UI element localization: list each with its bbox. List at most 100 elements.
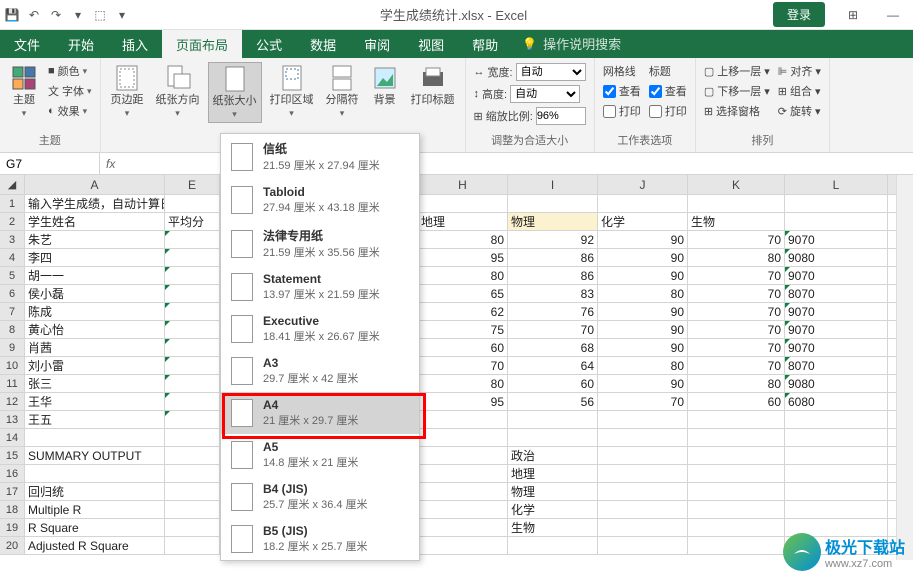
cell[interactable] (165, 195, 220, 212)
cell[interactable]: 李四 (25, 249, 165, 266)
cell[interactable]: Adjusted R Square (25, 537, 165, 554)
cell[interactable]: 70 (688, 357, 785, 374)
cell[interactable]: 80 (418, 267, 508, 284)
paper-size-option[interactable]: Statement13.97 厘米 x 21.59 厘米 (221, 266, 419, 308)
cell[interactable] (785, 483, 888, 500)
height-select[interactable]: 自动 (510, 85, 580, 103)
cell[interactable] (598, 195, 688, 212)
cell[interactable] (688, 447, 785, 464)
cell[interactable]: 张三 (25, 375, 165, 392)
cell[interactable]: 8070 (785, 285, 888, 302)
row-header[interactable]: 16 (0, 465, 25, 482)
cell[interactable] (165, 357, 220, 374)
row-header[interactable]: 1 (0, 195, 25, 212)
cell[interactable]: 化学 (508, 501, 598, 518)
cell[interactable]: 地理 (508, 465, 598, 482)
cell[interactable] (785, 501, 888, 518)
cell[interactable]: 70 (688, 285, 785, 302)
row-header[interactable]: 4 (0, 249, 25, 266)
cell[interactable]: 学生姓名 (25, 213, 165, 230)
cell[interactable] (598, 429, 688, 446)
colors-button[interactable]: ■颜色▾ (46, 62, 94, 80)
touch-mode-icon[interactable]: ⬚ (92, 7, 108, 23)
width-select[interactable]: 自动 (516, 63, 586, 81)
align-button[interactable]: ⊫对齐 ▾ (776, 62, 823, 80)
group-button[interactable]: ⊞组合 ▾ (776, 82, 823, 100)
cell[interactable]: 92 (508, 231, 598, 248)
cell[interactable] (688, 519, 785, 536)
orientation-button[interactable]: 纸张方向▾ (152, 62, 204, 121)
row-header[interactable]: 14 (0, 429, 25, 446)
cell[interactable]: 70 (688, 267, 785, 284)
row-header[interactable]: 10 (0, 357, 25, 374)
row-header[interactable]: 2 (0, 213, 25, 230)
paper-size-option[interactable]: Executive18.41 厘米 x 26.67 厘米 (221, 308, 419, 350)
cell[interactable]: 95 (418, 249, 508, 266)
row-header[interactable]: 9 (0, 339, 25, 356)
cell[interactable]: 生物 (688, 213, 785, 230)
cell[interactable] (165, 483, 220, 500)
fonts-button[interactable]: 文字体▾ (46, 82, 94, 100)
undo-icon[interactable]: ↶ (26, 7, 42, 23)
col-header-E[interactable]: E (165, 175, 220, 194)
col-header-I[interactable]: I (508, 175, 598, 194)
cell[interactable]: 70 (688, 303, 785, 320)
vertical-scrollbar[interactable] (896, 175, 913, 560)
cell[interactable]: 62 (418, 303, 508, 320)
cell[interactable]: 地理 (418, 213, 508, 230)
cell[interactable] (688, 411, 785, 428)
send-backward-button[interactable]: ▢下移一层 ▾ (702, 82, 772, 100)
cell[interactable]: 80 (688, 375, 785, 392)
row-header[interactable]: 3 (0, 231, 25, 248)
cell[interactable] (598, 465, 688, 482)
cell[interactable] (165, 393, 220, 410)
paper-size-option[interactable]: A329.7 厘米 x 42 厘米 (221, 350, 419, 392)
cell[interactable] (508, 429, 598, 446)
row-header[interactable]: 12 (0, 393, 25, 410)
row-header[interactable]: 13 (0, 411, 25, 428)
cell[interactable]: 胡一一 (25, 267, 165, 284)
cell[interactable]: 输入学生成绩，自动计算日期：X (25, 195, 165, 212)
cell[interactable]: 9080 (785, 375, 888, 392)
cell[interactable]: 70 (688, 321, 785, 338)
paper-size-option[interactable]: B4 (JIS)25.7 厘米 x 36.4 厘米 (221, 476, 419, 518)
cell[interactable]: 平均分 (165, 213, 220, 230)
cell[interactable] (785, 465, 888, 482)
cell[interactable]: 95 (418, 393, 508, 410)
margins-button[interactable]: 页边距▾ (107, 62, 148, 121)
tab-formulas[interactable]: 公式 (242, 30, 296, 58)
cell[interactable]: 6080 (785, 393, 888, 410)
paper-size-option[interactable]: B5 (JIS)18.2 厘米 x 25.7 厘米 (221, 518, 419, 560)
selection-pane-button[interactable]: ⊞选择窗格 (702, 102, 772, 120)
cell[interactable] (165, 321, 220, 338)
cell[interactable]: 90 (598, 231, 688, 248)
paper-size-option[interactable]: 信纸21.59 厘米 x 27.94 厘米 (221, 134, 419, 179)
cell[interactable] (165, 231, 220, 248)
cell[interactable]: 80 (418, 231, 508, 248)
cell[interactable]: 86 (508, 267, 598, 284)
cell[interactable] (785, 213, 888, 230)
cell[interactable] (418, 483, 508, 500)
cell[interactable]: 回归统 (25, 483, 165, 500)
cell[interactable] (165, 303, 220, 320)
cell[interactable]: 陈成 (25, 303, 165, 320)
themes-button[interactable]: 主题 ▾ (6, 62, 42, 121)
size-button[interactable]: 纸张大小▾ (208, 62, 262, 123)
cell[interactable] (165, 339, 220, 356)
col-header-L[interactable]: L (785, 175, 888, 194)
tab-review[interactable]: 审阅 (350, 30, 404, 58)
spreadsheet-grid[interactable]: ◢ A E H I J K L 1输入学生成绩，自动计算日期：X2学生姓名平均分… (0, 175, 913, 560)
cell[interactable]: 朱艺 (25, 231, 165, 248)
cell[interactable] (785, 429, 888, 446)
row-header[interactable]: 7 (0, 303, 25, 320)
cell[interactable] (418, 519, 508, 536)
cell[interactable] (418, 465, 508, 482)
name-box[interactable]: G7 (0, 153, 100, 174)
effects-button[interactable]: ◐效果▾ (46, 102, 94, 120)
login-button[interactable]: 登录 (773, 2, 825, 27)
cell[interactable]: 王五 (25, 411, 165, 428)
cell[interactable] (165, 249, 220, 266)
tab-help[interactable]: 帮助 (458, 30, 512, 58)
row-header[interactable]: 8 (0, 321, 25, 338)
cell[interactable] (785, 411, 888, 428)
